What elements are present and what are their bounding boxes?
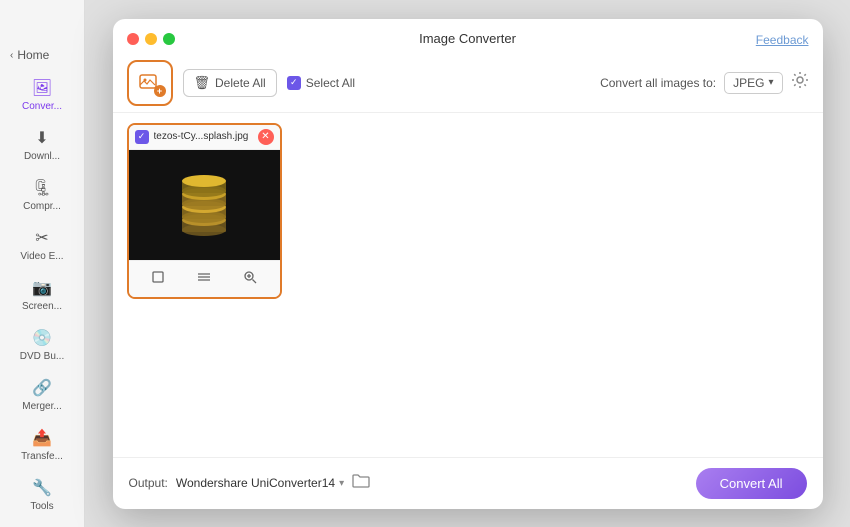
toolbar-right: Convert all images to: JPEG ▾: [600, 71, 808, 94]
sidebar-item-dvd-label: DVD Bu...: [20, 351, 64, 362]
output-chevron-icon: ▾: [339, 478, 344, 489]
sidebar-item-tools[interactable]: 🔧 Tools: [0, 470, 84, 520]
file-checkbox[interactable]: ✓: [135, 130, 149, 144]
files-area: ✓ tezos-tCy...splash.jpg ✕: [127, 123, 809, 447]
list-action-button[interactable]: [196, 269, 212, 289]
close-button[interactable]: [127, 33, 139, 45]
transfer-icon: 📤: [32, 428, 52, 448]
add-files-button[interactable]: +: [127, 60, 173, 106]
convert-all-button[interactable]: Convert All: [696, 468, 807, 499]
convert-all-label: Convert All: [720, 476, 783, 491]
sidebar-item-download-label: Downl...: [24, 151, 60, 162]
feedback-link[interactable]: Feedback: [756, 33, 809, 47]
zoom-action-button[interactable]: [242, 269, 258, 289]
open-folder-button[interactable]: [352, 473, 370, 494]
dialog-toolbar: + 🗑 Delete All ✓ Select All Convert all …: [113, 54, 823, 113]
main-content: Image Converter Feedback + 🗑 Delete: [85, 0, 850, 527]
sidebar-item-transfer[interactable]: 📤 Transfe...: [0, 420, 84, 470]
zoom-icon: [242, 269, 258, 285]
file-header: ✓ tezos-tCy...splash.jpg ✕: [129, 125, 280, 150]
settings-button[interactable]: [791, 71, 809, 94]
sidebar-item-compress-label: Compr...: [23, 201, 61, 212]
sidebar-item-tools-label: Tools: [30, 501, 53, 512]
crop-action-button[interactable]: [150, 269, 166, 289]
sidebar-item-merger[interactable]: 🔗 Merger...: [0, 370, 84, 420]
window-controls: [127, 33, 175, 45]
sidebar-item-compress[interactable]: 🗜 Compr...: [0, 170, 84, 220]
sidebar-item-merger-label: Merger...: [22, 401, 61, 412]
minimize-button[interactable]: [145, 33, 157, 45]
select-all-checkbox: ✓: [287, 76, 301, 90]
home-label: Home: [17, 48, 49, 62]
sidebar-item-screen[interactable]: 📷 Screen...: [0, 270, 84, 320]
dialog-footer: Output: Wondershare UniConverter14 ▾ Con…: [113, 457, 823, 509]
trash-icon: 🗑: [194, 75, 211, 91]
sidebar-item-video[interactable]: ✂ Video E...: [0, 220, 84, 270]
dialog: Image Converter Feedback + 🗑 Delete: [113, 19, 823, 509]
sidebar-item-download[interactable]: ⬇ Downl...: [0, 120, 84, 170]
file-name: tezos-tCy...splash.jpg: [154, 131, 253, 142]
sidebar-item-convert[interactable]: 🖼 Conver...: [0, 70, 84, 120]
download-icon: ⬇: [35, 128, 48, 148]
sidebar: ‹ Home 🖼 Conver... ⬇ Downl... 🗜 Compr...…: [0, 0, 85, 527]
sidebar-item-dvd[interactable]: 💿 DVD Bu...: [0, 320, 84, 370]
crop-icon: [150, 269, 166, 285]
dvd-icon: 💿: [32, 328, 52, 348]
sidebar-item-screen-label: Screen...: [22, 301, 62, 312]
convert-images-label: Convert all images to:: [600, 76, 716, 90]
delete-all-label: Delete All: [215, 76, 266, 90]
format-select[interactable]: JPEG ▾: [724, 72, 782, 94]
chevron-left-icon: ‹: [10, 50, 13, 61]
sidebar-item-transfer-label: Transfe...: [21, 451, 63, 462]
dialog-title: Image Converter: [419, 31, 516, 46]
dialog-body: ✓ tezos-tCy...splash.jpg ✕: [113, 113, 823, 457]
maximize-button[interactable]: [163, 33, 175, 45]
list-icon: [196, 269, 212, 285]
sidebar-home[interactable]: ‹ Home: [0, 40, 84, 70]
plus-badge: +: [154, 85, 166, 97]
coin-stack-image: [174, 165, 234, 245]
convert-icon: 🖼: [32, 78, 52, 98]
compress-icon: 🗜: [32, 178, 52, 198]
select-all-button[interactable]: ✓ Select All: [287, 76, 355, 90]
format-value: JPEG: [733, 76, 764, 90]
sidebar-item-video-label: Video E...: [20, 251, 63, 262]
merger-icon: 🔗: [32, 378, 52, 398]
file-thumbnail: [129, 150, 280, 260]
delete-all-button[interactable]: 🗑 Delete All: [183, 69, 277, 97]
output-path: Wondershare UniConverter14: [176, 476, 335, 490]
folder-icon: [352, 473, 370, 489]
tools-icon: 🔧: [32, 478, 52, 498]
file-actions: [129, 260, 280, 297]
video-icon: ✂: [35, 228, 48, 248]
file-card: ✓ tezos-tCy...splash.jpg ✕: [127, 123, 282, 299]
output-label: Output:: [129, 476, 168, 490]
screen-icon: 📷: [32, 278, 52, 298]
output-select[interactable]: Wondershare UniConverter14 ▾: [176, 476, 344, 490]
file-remove-button[interactable]: ✕: [258, 129, 274, 145]
add-files-icon: +: [138, 71, 162, 95]
select-all-label: Select All: [306, 76, 355, 90]
dialog-titlebar: Image Converter Feedback: [113, 19, 823, 54]
settings-icon: [791, 71, 809, 89]
sidebar-item-convert-label: Conver...: [22, 101, 62, 112]
chevron-down-icon: ▾: [768, 77, 773, 88]
